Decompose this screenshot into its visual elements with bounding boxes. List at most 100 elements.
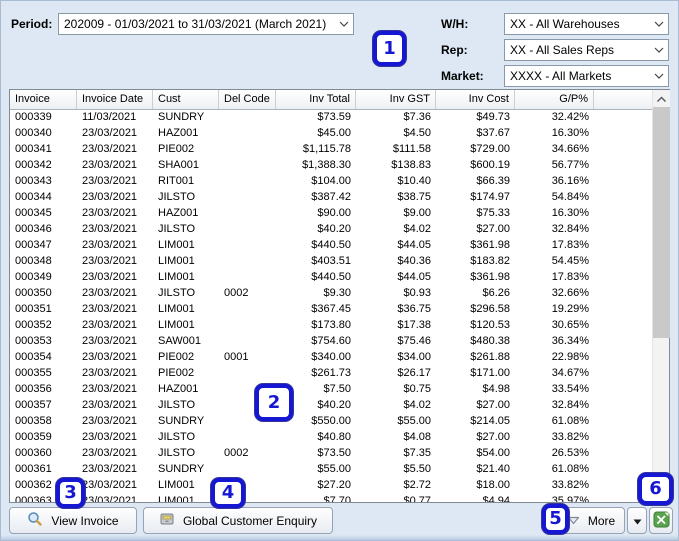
chevron-down-icon[interactable]: [335, 21, 353, 27]
table-row[interactable]: 000342 23/03/2021 SHA001 $1,388.30 $138.83 $6…: [10, 157, 652, 173]
column-header-inv-gst[interactable]: Inv GST: [356, 90, 436, 109]
table-row[interactable]: 000362 23/03/2021 LIM001 $27.20 $2.72 $18.00 3…: [10, 477, 652, 493]
column-header-g-p-[interactable]: G/P%: [515, 90, 594, 109]
cell: LIM001: [158, 255, 195, 267]
cell: 36.16%: [551, 175, 589, 187]
cell: 54.45%: [551, 255, 589, 267]
cell: $138.83: [391, 159, 431, 171]
column-header-invoice[interactable]: Invoice: [10, 90, 77, 109]
cell: [219, 237, 276, 253]
chevron-down-icon[interactable]: [650, 73, 668, 79]
table-row[interactable]: 000340 23/03/2021 HAZ001 $45.00 $4.50 $37.67 1…: [10, 125, 652, 141]
table-row[interactable]: 000354 23/03/2021 PIE002 0001 $340.00 $34.00 $…: [10, 349, 652, 365]
cell: [219, 253, 276, 269]
cell: 000350: [15, 287, 52, 299]
table-row[interactable]: 000359 23/03/2021 JILSTO $40.80 $4.08 $27.00 3…: [10, 429, 652, 445]
cell: 34.67%: [551, 367, 589, 379]
global-customer-enquiry-button[interactable]: Global Customer Enquiry: [143, 507, 333, 534]
table-row[interactable]: 000360 23/03/2021 JILSTO 0002 $73.50 $7.35 $54…: [10, 445, 652, 461]
cell: 000342: [15, 159, 52, 171]
table-row[interactable]: 000361 23/03/2021 SUNDRY $55.00 $5.50 $21.40 6…: [10, 461, 652, 477]
cell: 23/03/2021: [82, 479, 138, 491]
period-select[interactable]: 202009 - 01/03/2021 to 31/03/2021 (March…: [58, 13, 354, 35]
cell: 000345: [15, 207, 52, 219]
rep-select[interactable]: XX - All Sales Reps: [504, 39, 669, 61]
chevron-down-icon[interactable]: [650, 47, 668, 53]
table-row[interactable]: 000343 23/03/2021 RIT001 $104.00 $10.40 $66.3…: [10, 173, 652, 189]
column-header-inv-total[interactable]: Inv Total: [276, 90, 356, 109]
cell: 23/03/2021: [82, 351, 138, 363]
column-header-invoice-date[interactable]: Invoice Date: [77, 90, 153, 109]
chevron-down-icon[interactable]: [650, 21, 668, 27]
table-row[interactable]: 000348 23/03/2021 LIM001 $403.51 $40.36 $183.…: [10, 253, 652, 269]
table-row[interactable]: 000353 23/03/2021 SAW001 $754.60 $75.46 $480.…: [10, 333, 652, 349]
scroll-up-button[interactable]: [653, 90, 670, 107]
cell: 36.34%: [551, 335, 589, 347]
cell: LIM001: [158, 319, 195, 331]
table-row[interactable]: 000344 23/03/2021 JILSTO $387.42 $38.75 $174.…: [10, 189, 652, 205]
table-row[interactable]: 000356 23/03/2021 HAZ001 $7.50 $0.75 $4.98 33.…: [10, 381, 652, 397]
cell: $55.00: [397, 415, 431, 427]
more-dropdown-button[interactable]: [627, 507, 647, 534]
table-row[interactable]: 000351 23/03/2021 LIM001 $367.45 $36.75 $296.…: [10, 301, 652, 317]
cell: $7.35: [403, 447, 431, 459]
table-row[interactable]: 000345 23/03/2021 HAZ001 $90.00 $9.00 $75.33 1…: [10, 205, 652, 221]
table-row[interactable]: 000339 11/03/2021 SUNDRY $73.59 $7.36 $49.73 3…: [10, 109, 652, 125]
market-label: Market:: [441, 69, 484, 83]
cell: $6.26: [482, 287, 510, 299]
table-row[interactable]: 000341 23/03/2021 PIE002 $1,115.78 $111.58 $7…: [10, 141, 652, 157]
cell: 17.83%: [551, 239, 589, 251]
table-row[interactable]: 000357 23/03/2021 JILSTO $40.20 $4.02 $27.00 3…: [10, 397, 652, 413]
cell: HAZ001: [158, 383, 199, 395]
cell: $73.59: [317, 111, 351, 123]
table-row[interactable]: 000347 23/03/2021 LIM001 $440.50 $44.05 $361.…: [10, 237, 652, 253]
warehouse-select[interactable]: XX - All Warehouses: [504, 13, 669, 35]
cell: JILSTO: [158, 431, 196, 443]
table-row[interactable]: 000355 23/03/2021 PIE002 $261.73 $26.17 $171.…: [10, 365, 652, 381]
table-row[interactable]: 000350 23/03/2021 JILSTO 0002 $9.30 $0.93 $6.2…: [10, 285, 652, 301]
cell: $261.88: [470, 351, 510, 363]
cell: $387.42: [311, 191, 351, 203]
cell: [219, 269, 276, 285]
table-row[interactable]: 000346 23/03/2021 JILSTO $40.20 $4.02 $27.00 3…: [10, 221, 652, 237]
cell: 23/03/2021: [82, 127, 138, 139]
table-header: Invoice Invoice Date Cust Del Code Inv Total…: [10, 90, 652, 110]
annotation-6: 6: [638, 473, 673, 505]
market-select[interactable]: XXXX - All Markets: [504, 65, 669, 87]
warehouse-label: W/H:: [441, 17, 469, 31]
export-to-excel-button[interactable]: [649, 507, 673, 534]
cell: 000349: [15, 271, 52, 283]
cell: [219, 109, 276, 125]
cell: 23/03/2021: [82, 335, 138, 347]
annotation-4: 4: [211, 478, 245, 508]
cell: $49.73: [476, 111, 510, 123]
cell: PIE002: [158, 367, 195, 379]
cell: LIM001: [158, 479, 195, 491]
cell: LIM001: [158, 495, 195, 502]
annotation-1: 1: [373, 31, 406, 66]
cell: $7.36: [403, 111, 431, 123]
cell: $27.00: [476, 431, 510, 443]
table-row[interactable]: 000358 23/03/2021 SUNDRY $550.00 $55.00 $214.…: [10, 413, 652, 429]
vertical-scrollbar[interactable]: [652, 90, 670, 502]
cell: [219, 173, 276, 189]
cell: 000339: [15, 111, 52, 123]
cell: 23/03/2021: [82, 255, 138, 267]
cell: $90.00: [317, 207, 351, 219]
cell: 000340: [15, 127, 52, 139]
table-row[interactable]: 000349 23/03/2021 LIM001 $440.50 $44.05 $361.…: [10, 269, 652, 285]
table-row[interactable]: 000363 23/03/2021 LIM001 $7.70 $0.77 $4.94 35.…: [10, 493, 652, 502]
cell: 23/03/2021: [82, 447, 138, 459]
cell: 000353: [15, 335, 52, 347]
warehouse-value: XX - All Warehouses: [510, 17, 620, 31]
column-header-del-code[interactable]: Del Code: [219, 90, 276, 109]
table-row[interactable]: 000352 23/03/2021 LIM001 $173.80 $17.38 $120.…: [10, 317, 652, 333]
cell: $173.80: [311, 319, 351, 331]
column-header-cust[interactable]: Cust: [153, 90, 219, 109]
view-invoice-button[interactable]: View Invoice: [9, 507, 137, 534]
cell: [219, 189, 276, 205]
column-header-inv-cost[interactable]: Inv Cost: [436, 90, 515, 109]
cell: $214.05: [470, 415, 510, 427]
cell: 000361: [15, 463, 52, 475]
scrollbar-thumb[interactable]: [653, 107, 670, 338]
